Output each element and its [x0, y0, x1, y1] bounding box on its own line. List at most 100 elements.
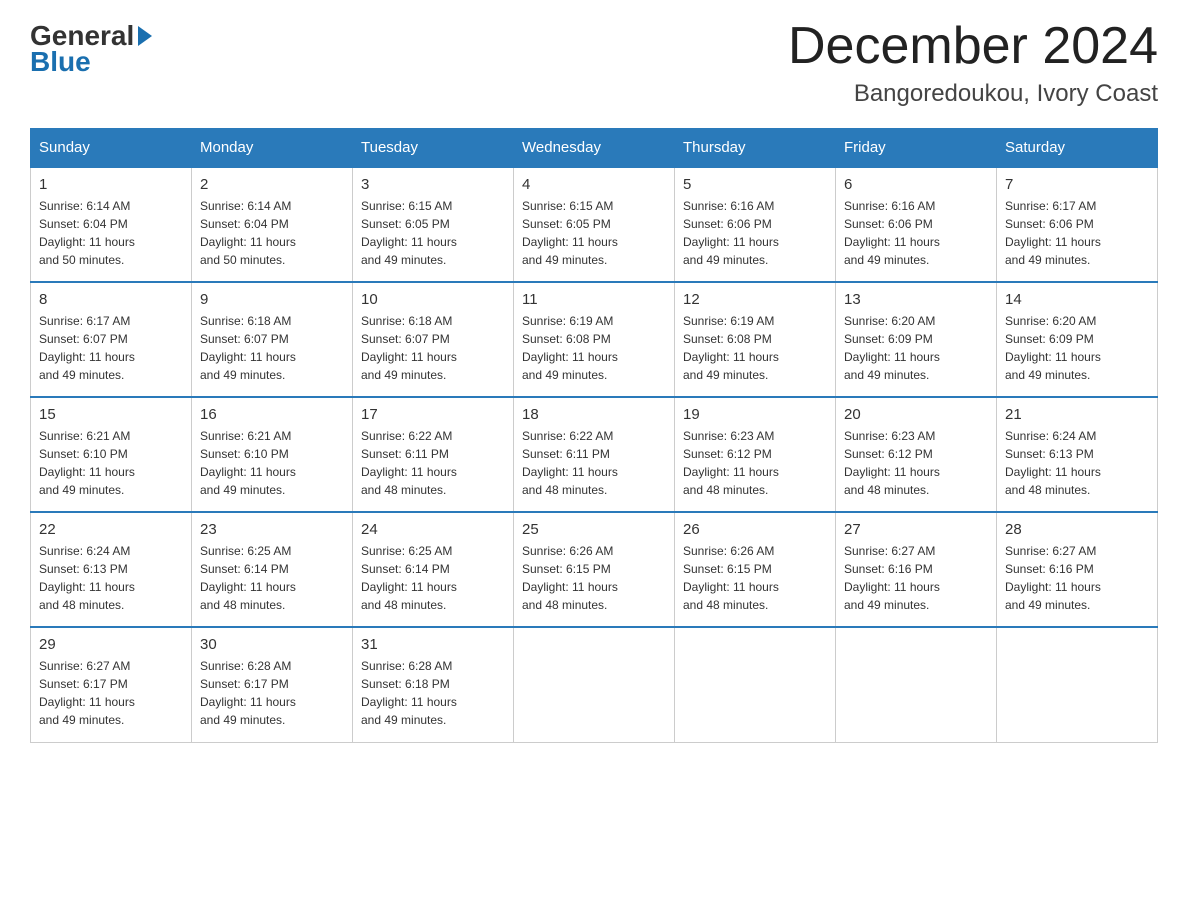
calendar-cell: 1 Sunrise: 6:14 AM Sunset: 6:04 PM Dayli…	[31, 167, 192, 282]
calendar-cell: 10 Sunrise: 6:18 AM Sunset: 6:07 PM Dayl…	[353, 282, 514, 397]
day-number: 30	[200, 636, 344, 653]
day-info: Sunrise: 6:19 AM Sunset: 6:08 PM Dayligh…	[683, 312, 827, 384]
calendar-week-4: 22 Sunrise: 6:24 AM Sunset: 6:13 PM Dayl…	[31, 512, 1158, 627]
day-number: 8	[39, 291, 183, 308]
calendar-cell: 16 Sunrise: 6:21 AM Sunset: 6:10 PM Dayl…	[192, 397, 353, 512]
day-number: 28	[1005, 521, 1149, 538]
calendar-cell: 6 Sunrise: 6:16 AM Sunset: 6:06 PM Dayli…	[836, 167, 997, 282]
day-info: Sunrise: 6:15 AM Sunset: 6:05 PM Dayligh…	[522, 197, 666, 269]
logo: General Blue	[30, 20, 152, 78]
calendar-cell	[675, 627, 836, 742]
day-number: 23	[200, 521, 344, 538]
calendar-week-2: 8 Sunrise: 6:17 AM Sunset: 6:07 PM Dayli…	[31, 282, 1158, 397]
calendar-cell: 25 Sunrise: 6:26 AM Sunset: 6:15 PM Dayl…	[514, 512, 675, 627]
day-number: 7	[1005, 176, 1149, 193]
day-number: 14	[1005, 291, 1149, 308]
day-info: Sunrise: 6:26 AM Sunset: 6:15 PM Dayligh…	[683, 542, 827, 614]
header-monday: Monday	[192, 129, 353, 168]
calendar-cell: 18 Sunrise: 6:22 AM Sunset: 6:11 PM Dayl…	[514, 397, 675, 512]
calendar-cell	[514, 627, 675, 742]
day-info: Sunrise: 6:24 AM Sunset: 6:13 PM Dayligh…	[1005, 427, 1149, 499]
day-info: Sunrise: 6:21 AM Sunset: 6:10 PM Dayligh…	[200, 427, 344, 499]
day-number: 11	[522, 291, 666, 308]
calendar-cell: 3 Sunrise: 6:15 AM Sunset: 6:05 PM Dayli…	[353, 167, 514, 282]
day-number: 13	[844, 291, 988, 308]
header-friday: Friday	[836, 129, 997, 168]
day-info: Sunrise: 6:25 AM Sunset: 6:14 PM Dayligh…	[200, 542, 344, 614]
day-info: Sunrise: 6:14 AM Sunset: 6:04 PM Dayligh…	[39, 197, 183, 269]
day-number: 15	[39, 406, 183, 423]
day-number: 2	[200, 176, 344, 193]
page-header: General Blue December 2024 Bangoredoukou…	[30, 20, 1158, 108]
day-info: Sunrise: 6:23 AM Sunset: 6:12 PM Dayligh…	[844, 427, 988, 499]
day-number: 21	[1005, 406, 1149, 423]
day-info: Sunrise: 6:25 AM Sunset: 6:14 PM Dayligh…	[361, 542, 505, 614]
calendar-cell: 22 Sunrise: 6:24 AM Sunset: 6:13 PM Dayl…	[31, 512, 192, 627]
header-sunday: Sunday	[31, 129, 192, 168]
day-number: 16	[200, 406, 344, 423]
day-number: 1	[39, 176, 183, 193]
calendar-cell: 23 Sunrise: 6:25 AM Sunset: 6:14 PM Dayl…	[192, 512, 353, 627]
day-number: 18	[522, 406, 666, 423]
day-number: 29	[39, 636, 183, 653]
day-info: Sunrise: 6:24 AM Sunset: 6:13 PM Dayligh…	[39, 542, 183, 614]
calendar-cell: 9 Sunrise: 6:18 AM Sunset: 6:07 PM Dayli…	[192, 282, 353, 397]
calendar-cell: 5 Sunrise: 6:16 AM Sunset: 6:06 PM Dayli…	[675, 167, 836, 282]
calendar-cell: 19 Sunrise: 6:23 AM Sunset: 6:12 PM Dayl…	[675, 397, 836, 512]
calendar-cell: 12 Sunrise: 6:19 AM Sunset: 6:08 PM Dayl…	[675, 282, 836, 397]
day-info: Sunrise: 6:27 AM Sunset: 6:16 PM Dayligh…	[1005, 542, 1149, 614]
day-info: Sunrise: 6:18 AM Sunset: 6:07 PM Dayligh…	[361, 312, 505, 384]
day-number: 6	[844, 176, 988, 193]
calendar-cell: 20 Sunrise: 6:23 AM Sunset: 6:12 PM Dayl…	[836, 397, 997, 512]
day-number: 10	[361, 291, 505, 308]
day-info: Sunrise: 6:18 AM Sunset: 6:07 PM Dayligh…	[200, 312, 344, 384]
day-info: Sunrise: 6:22 AM Sunset: 6:11 PM Dayligh…	[361, 427, 505, 499]
day-info: Sunrise: 6:19 AM Sunset: 6:08 PM Dayligh…	[522, 312, 666, 384]
calendar-table: SundayMondayTuesdayWednesdayThursdayFrid…	[30, 128, 1158, 743]
calendar-cell: 26 Sunrise: 6:26 AM Sunset: 6:15 PM Dayl…	[675, 512, 836, 627]
calendar-week-1: 1 Sunrise: 6:14 AM Sunset: 6:04 PM Dayli…	[31, 167, 1158, 282]
title-section: December 2024 Bangoredoukou, Ivory Coast	[788, 20, 1158, 108]
calendar-cell: 15 Sunrise: 6:21 AM Sunset: 6:10 PM Dayl…	[31, 397, 192, 512]
day-number: 24	[361, 521, 505, 538]
calendar-cell: 11 Sunrise: 6:19 AM Sunset: 6:08 PM Dayl…	[514, 282, 675, 397]
calendar-cell: 29 Sunrise: 6:27 AM Sunset: 6:17 PM Dayl…	[31, 627, 192, 742]
calendar-cell: 4 Sunrise: 6:15 AM Sunset: 6:05 PM Dayli…	[514, 167, 675, 282]
day-number: 9	[200, 291, 344, 308]
day-number: 22	[39, 521, 183, 538]
day-info: Sunrise: 6:22 AM Sunset: 6:11 PM Dayligh…	[522, 427, 666, 499]
location: Bangoredoukou, Ivory Coast	[788, 80, 1158, 108]
calendar-cell: 17 Sunrise: 6:22 AM Sunset: 6:11 PM Dayl…	[353, 397, 514, 512]
day-number: 12	[683, 291, 827, 308]
day-info: Sunrise: 6:20 AM Sunset: 6:09 PM Dayligh…	[1005, 312, 1149, 384]
header-saturday: Saturday	[997, 129, 1158, 168]
day-info: Sunrise: 6:20 AM Sunset: 6:09 PM Dayligh…	[844, 312, 988, 384]
day-info: Sunrise: 6:17 AM Sunset: 6:06 PM Dayligh…	[1005, 197, 1149, 269]
day-number: 19	[683, 406, 827, 423]
day-info: Sunrise: 6:14 AM Sunset: 6:04 PM Dayligh…	[200, 197, 344, 269]
day-info: Sunrise: 6:16 AM Sunset: 6:06 PM Dayligh…	[844, 197, 988, 269]
day-info: Sunrise: 6:23 AM Sunset: 6:12 PM Dayligh…	[683, 427, 827, 499]
calendar-week-3: 15 Sunrise: 6:21 AM Sunset: 6:10 PM Dayl…	[31, 397, 1158, 512]
calendar-cell	[997, 627, 1158, 742]
logo-arrow-icon	[138, 26, 152, 46]
calendar-cell: 30 Sunrise: 6:28 AM Sunset: 6:17 PM Dayl…	[192, 627, 353, 742]
calendar-cell: 24 Sunrise: 6:25 AM Sunset: 6:14 PM Dayl…	[353, 512, 514, 627]
calendar-cell: 21 Sunrise: 6:24 AM Sunset: 6:13 PM Dayl…	[997, 397, 1158, 512]
day-number: 25	[522, 521, 666, 538]
calendar-cell	[836, 627, 997, 742]
header-thursday: Thursday	[675, 129, 836, 168]
day-number: 17	[361, 406, 505, 423]
day-info: Sunrise: 6:28 AM Sunset: 6:18 PM Dayligh…	[361, 657, 505, 729]
day-info: Sunrise: 6:16 AM Sunset: 6:06 PM Dayligh…	[683, 197, 827, 269]
month-title: December 2024	[788, 20, 1158, 72]
day-number: 3	[361, 176, 505, 193]
header-tuesday: Tuesday	[353, 129, 514, 168]
day-info: Sunrise: 6:15 AM Sunset: 6:05 PM Dayligh…	[361, 197, 505, 269]
day-number: 27	[844, 521, 988, 538]
day-info: Sunrise: 6:27 AM Sunset: 6:16 PM Dayligh…	[844, 542, 988, 614]
calendar-cell: 13 Sunrise: 6:20 AM Sunset: 6:09 PM Dayl…	[836, 282, 997, 397]
day-info: Sunrise: 6:28 AM Sunset: 6:17 PM Dayligh…	[200, 657, 344, 729]
day-info: Sunrise: 6:26 AM Sunset: 6:15 PM Dayligh…	[522, 542, 666, 614]
calendar-week-5: 29 Sunrise: 6:27 AM Sunset: 6:17 PM Dayl…	[31, 627, 1158, 742]
